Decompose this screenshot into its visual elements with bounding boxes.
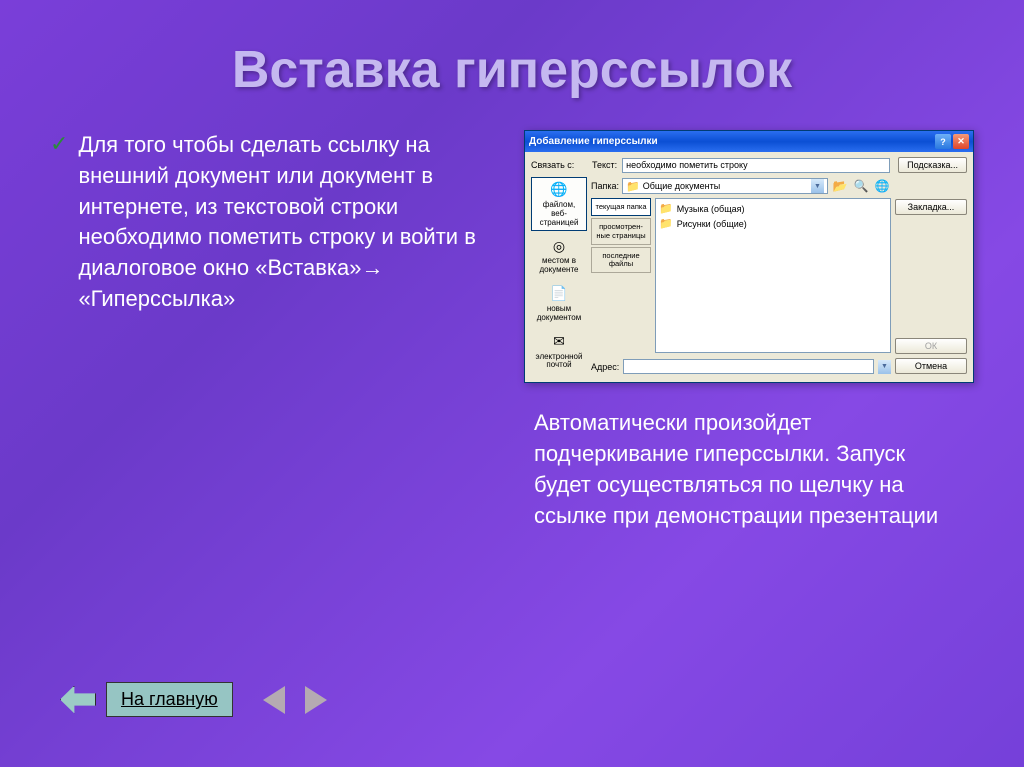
folder-icon: 📁 — [659, 217, 673, 230]
ok-button[interactable]: ОК — [895, 338, 967, 354]
bullet-item: ✓ Для того чтобы сделать ссылку на внешн… — [50, 130, 484, 315]
web-icon[interactable]: 🌐 — [873, 177, 891, 195]
text-input[interactable]: необходимо пометить строку — [622, 158, 890, 173]
next-button[interactable] — [305, 686, 327, 714]
right-column: Добавление гиперссылки ? ✕ Связать с: Те… — [524, 130, 974, 531]
folder-dropdown[interactable]: 📁 Общие документы ▼ — [622, 178, 828, 194]
email-icon: ✉ — [548, 333, 570, 351]
hyperlink-dialog: Добавление гиперссылки ? ✕ Связать с: Те… — [524, 130, 974, 383]
home-button-label[interactable]: На главную — [106, 682, 233, 717]
cancel-button[interactable]: Отмена — [895, 358, 967, 374]
sidebar-item-new[interactable]: 📄 новым документом — [531, 281, 587, 327]
tab-current-folder[interactable]: текущая папка — [591, 198, 651, 216]
dialog-body: Связать с: Текст: необходимо пометить ст… — [525, 152, 973, 382]
folder-label: Папка: — [591, 181, 619, 191]
sidebar-item-place[interactable]: ◎ местом в документе — [531, 233, 587, 279]
bookmark-button[interactable]: Закладка... — [895, 199, 967, 215]
chevron-down-icon[interactable]: ▼ — [878, 360, 891, 374]
globe-file-icon: 🌐 — [548, 181, 570, 199]
link-with-label: Связать с: — [531, 160, 587, 170]
folder-icon: 📁 — [659, 202, 673, 215]
checkmark-icon: ✓ — [50, 130, 68, 158]
bottom-controls: На главную — [60, 682, 327, 717]
browse-web-icon[interactable]: 🔍 — [852, 177, 870, 195]
tab-recent-files[interactable]: последние файлы — [591, 247, 651, 274]
file-item[interactable]: 📁 Рисунки (общие) — [659, 217, 887, 230]
dialog-title: Добавление гиперссылки — [529, 136, 658, 147]
file-list[interactable]: 📁 Музыка (общая) 📁 Рисунки (общие) — [655, 198, 891, 353]
bullet-text: Для того чтобы сделать ссылку на внешний… — [78, 130, 484, 315]
help-button[interactable]: ? — [935, 134, 951, 149]
address-input[interactable] — [623, 359, 874, 374]
hint-button[interactable]: Подсказка... — [898, 157, 967, 173]
left-column: ✓ Для того чтобы сделать ссылку на внешн… — [50, 130, 484, 531]
close-button[interactable]: ✕ — [953, 134, 969, 149]
center-tabs: текущая папка просмотрен-ные страницы по… — [591, 198, 651, 353]
address-label: Адрес: — [591, 362, 619, 372]
text-label: Текст: — [592, 160, 617, 170]
home-button-group[interactable]: На главную — [60, 682, 233, 717]
file-item[interactable]: 📁 Музыка (общая) — [659, 202, 887, 215]
arrow-left-icon — [60, 686, 96, 714]
sidebar-item-file[interactable]: 🌐 файлом, веб-страницей — [531, 177, 587, 231]
dialog-sidebar: 🌐 файлом, веб-страницей ◎ местом в докум… — [531, 177, 587, 374]
nav-arrows — [263, 686, 327, 714]
chevron-down-icon: ▼ — [811, 179, 824, 193]
sidebar-item-email[interactable]: ✉ электронной почтой — [531, 329, 587, 375]
right-description: Автоматически произойдет подчеркивание г… — [524, 408, 974, 531]
up-folder-icon[interactable]: 📂 — [831, 177, 849, 195]
dialog-titlebar: Добавление гиперссылки ? ✕ — [525, 131, 973, 152]
content-area: ✓ Для того чтобы сделать ссылку на внешн… — [0, 130, 1024, 531]
tab-viewed-pages[interactable]: просмотрен-ные страницы — [591, 218, 651, 245]
new-doc-icon: 📄 — [548, 285, 570, 303]
folder-icon: 📁 — [626, 180, 640, 193]
prev-button[interactable] — [263, 686, 285, 714]
target-icon: ◎ — [548, 237, 570, 255]
slide-title: Вставка гиперссылок — [0, 0, 1024, 130]
